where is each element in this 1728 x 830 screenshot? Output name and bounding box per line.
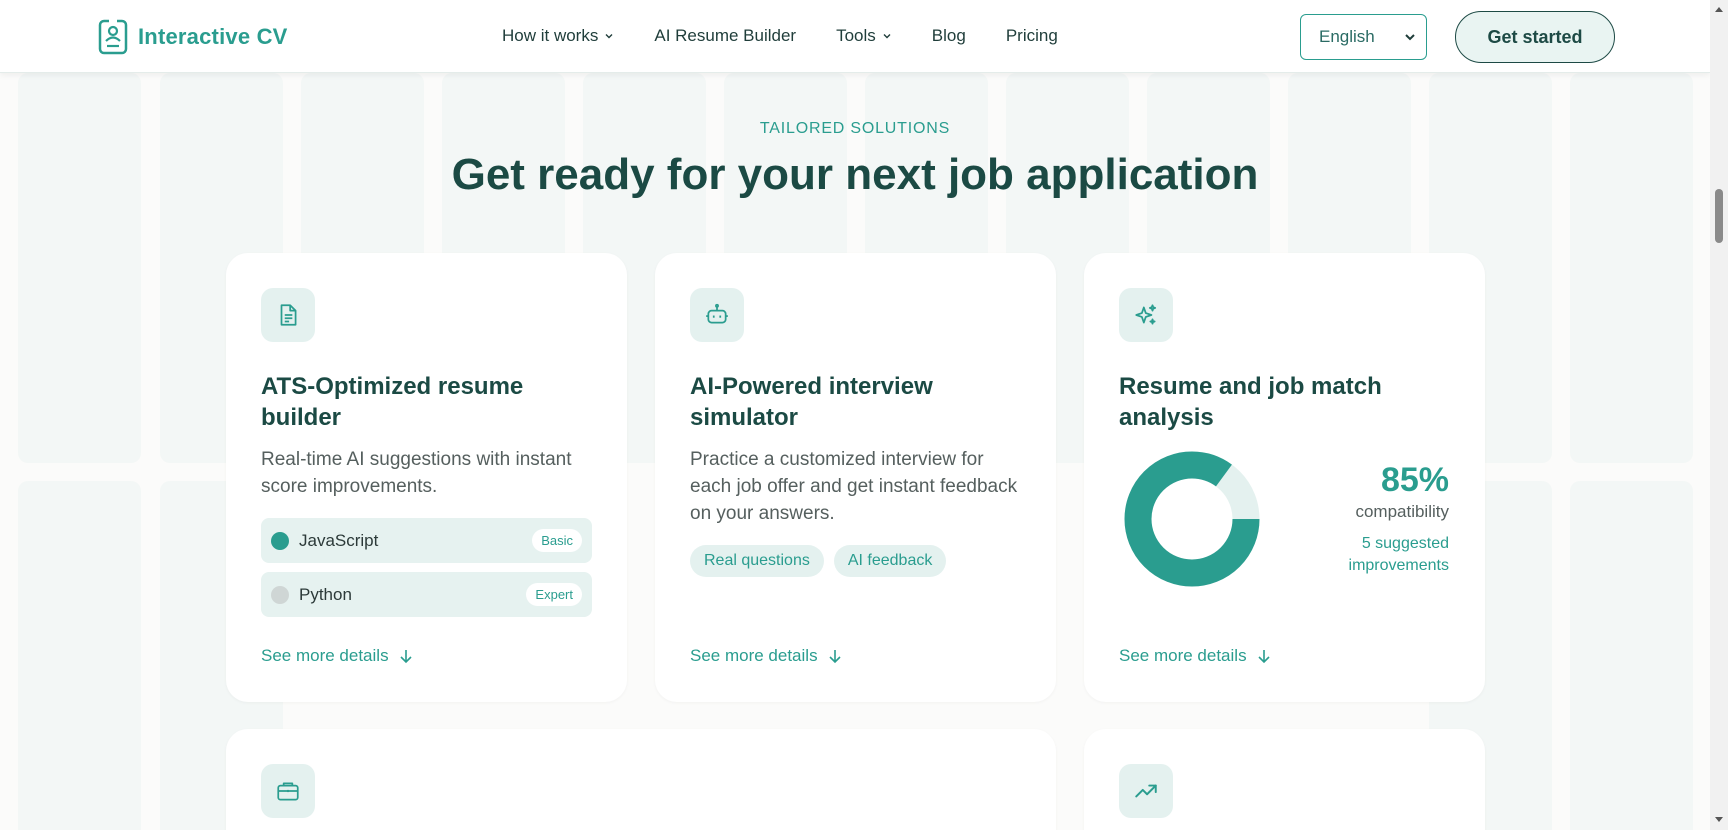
nav-label: AI Resume Builder	[654, 26, 797, 45]
chevron-down-icon	[605, 34, 613, 39]
card-description: Practice a customized interview for each…	[690, 449, 1018, 524]
card-title: AI-Powered interview simulator	[690, 373, 933, 431]
suggested-improvements: 5 suggested improvements	[1348, 535, 1449, 574]
card-bottom-right	[1084, 729, 1485, 830]
skill-inactive-indicator	[271, 585, 289, 604]
card-title: ATS-Optimized resume builder	[261, 373, 524, 431]
nav-label: How it works	[502, 26, 599, 45]
card-bottom-left	[226, 729, 1056, 830]
skill-level-badge: Expert	[526, 583, 582, 606]
briefcase-icon	[277, 782, 299, 801]
nav-label: Blog	[931, 26, 966, 45]
match-donut-chart	[1124, 451, 1260, 587]
card-resume-builder: ATS-Optimized resume builder Real-time A…	[226, 253, 627, 702]
nav-ai-resume-builder[interactable]: AI Resume Builder	[654, 26, 796, 46]
nav-tools[interactable]: Tools	[836, 26, 892, 46]
match-percent: 85%	[1380, 461, 1449, 499]
scrollbar-thumb[interactable]	[1715, 189, 1723, 243]
tag-real-questions: Real questions	[690, 545, 824, 577]
see-more-label: See more details	[261, 646, 389, 665]
card-icon-box	[690, 288, 744, 342]
chevron-down-icon	[883, 34, 891, 39]
trending-up-icon	[1135, 784, 1157, 798]
skill-row[interactable]: JavaScript Basic	[261, 518, 592, 563]
card-icon-box	[1119, 288, 1173, 342]
nav-label: Pricing	[1005, 26, 1058, 45]
arrow-down-icon	[1258, 650, 1270, 664]
see-more-link[interactable]: See more details	[261, 646, 413, 666]
see-more-label: See more details	[1119, 646, 1247, 665]
skill-level-badge: Basic	[532, 529, 582, 552]
logo[interactable]: Interactive CV	[98, 19, 288, 55]
see-more-label: See more details	[690, 646, 818, 665]
robot-icon	[706, 303, 728, 324]
card-match-analysis: Resume and job match analysis 85% compat…	[1084, 253, 1485, 702]
card-description: Real-time AI suggestions with instant sc…	[261, 449, 572, 497]
sparkles-icon	[1135, 304, 1157, 325]
card-interview-simulator: AI-Powered interview simulator Practice …	[655, 253, 1056, 702]
scroll-down-arrow-icon[interactable]	[1714, 816, 1724, 824]
skill-name: JavaScript	[299, 530, 379, 550]
card-icon-box	[1119, 764, 1173, 818]
card-icon-box	[261, 288, 315, 342]
see-more-link[interactable]: See more details	[690, 646, 842, 666]
main-nav: How it works AI Resume Builder Tools Blo…	[502, 26, 1058, 46]
id-badge-icon	[98, 19, 128, 55]
language-select[interactable]: English	[1300, 14, 1427, 60]
scroll-up-arrow-icon[interactable]	[1714, 5, 1724, 13]
tag-ai-feedback: AI feedback	[833, 545, 947, 577]
nav-pricing[interactable]: Pricing	[1006, 26, 1058, 46]
skill-active-indicator	[271, 531, 289, 550]
match-caption: compatibility	[1355, 502, 1449, 521]
scrollbar[interactable]	[1710, 0, 1728, 830]
logo-text: Interactive CV	[138, 24, 288, 49]
nav-label: Tools	[836, 26, 876, 45]
section-eyebrow: TAILORED SOLUTIONS	[759, 120, 951, 137]
get-started-button[interactable]: Get started	[1455, 11, 1615, 63]
card-title: Resume and job match analysis	[1119, 373, 1382, 431]
document-icon	[280, 304, 297, 326]
arrow-down-icon	[829, 650, 841, 664]
skill-row[interactable]: Python Expert	[261, 572, 592, 617]
card-icon-box	[261, 764, 315, 818]
language-value: English	[1319, 27, 1375, 46]
skill-name: Python	[299, 584, 352, 604]
arrow-down-icon	[400, 650, 412, 664]
site-header: Interactive CV How it works AI Resume Bu…	[0, 0, 1710, 73]
nav-blog[interactable]: Blog	[932, 26, 966, 46]
chevron-down-icon	[1405, 34, 1415, 41]
section-title: Get ready for your next job application	[451, 150, 1259, 199]
nav-how-it-works[interactable]: How it works	[502, 26, 614, 46]
see-more-link[interactable]: See more details	[1119, 646, 1271, 666]
feature-tags: Real questions AI feedback	[690, 545, 947, 577]
